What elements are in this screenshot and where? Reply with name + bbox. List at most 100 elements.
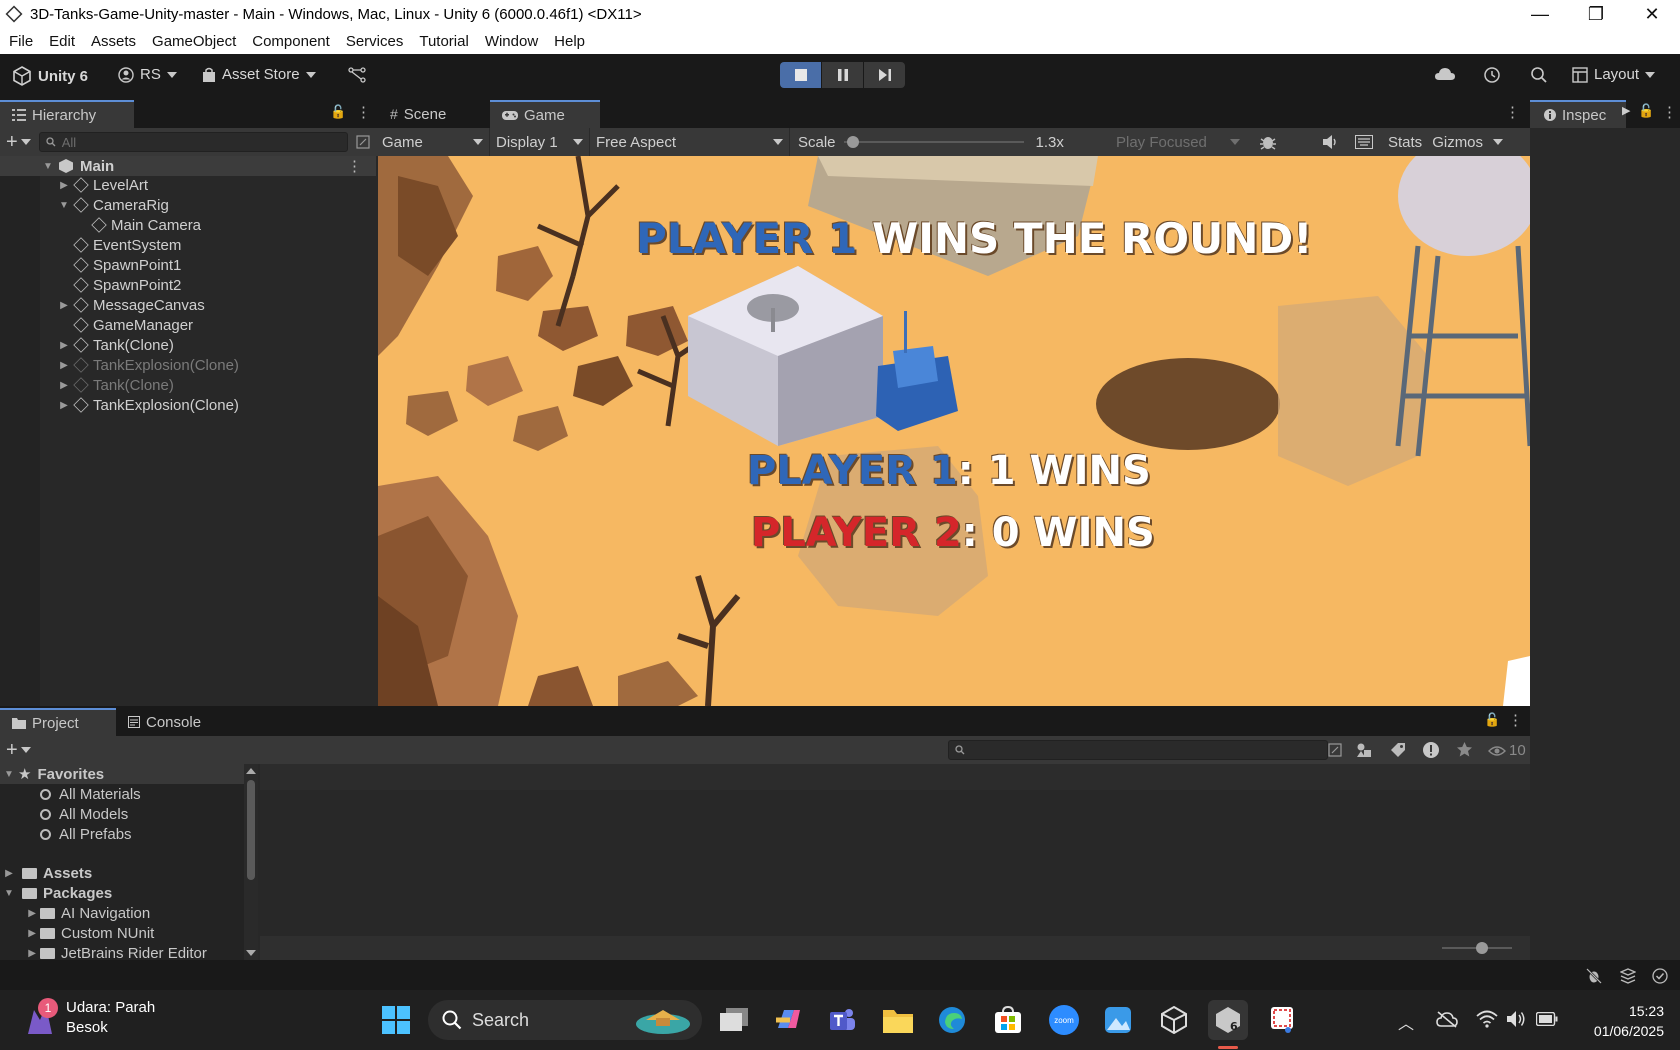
paint-app-button[interactable] [1098, 1000, 1138, 1040]
hierarchy-item-main-camera[interactable]: Main Camera [0, 215, 376, 235]
menu-services[interactable]: Services [338, 33, 412, 50]
menu-window[interactable]: Window [477, 33, 546, 50]
scrollbar-thumb[interactable] [247, 780, 255, 880]
tab-project[interactable]: Project [0, 708, 116, 736]
favorite-all-models[interactable]: All Models [0, 804, 244, 824]
gizmos-button[interactable]: Gizmos [1428, 134, 1487, 151]
notification-widget[interactable]: 1 Udara: Parah Besok [24, 998, 155, 1038]
menu-component[interactable]: Component [244, 33, 338, 50]
fold-open-icon[interactable]: ▼ [0, 769, 18, 780]
fold-closed-icon[interactable]: ▶ [58, 180, 70, 191]
assets-folder[interactable]: ▶ Assets [0, 863, 244, 883]
zoom-button[interactable]: zoom [1044, 1000, 1084, 1040]
minimize-button[interactable]: — [1512, 0, 1568, 28]
display-dropdown[interactable]: Display 1 [490, 128, 590, 156]
search-button[interactable] [1530, 66, 1548, 88]
label-tag-icon[interactable] [1390, 742, 1406, 758]
pause-button[interactable] [822, 62, 863, 88]
view-mode-dropdown[interactable]: Game [376, 128, 490, 156]
hierarchy-item-gamemanager[interactable]: GameManager [0, 315, 376, 335]
menu-file[interactable]: File [0, 33, 41, 50]
unity-hub-button[interactable] [1154, 1000, 1194, 1040]
lock-icon[interactable]: 🔓 [1484, 712, 1500, 728]
cloud-button[interactable] [1434, 66, 1456, 86]
windows-start-button[interactable] [376, 1000, 416, 1040]
hidden-packages-toggle[interactable]: 10 [1488, 742, 1526, 759]
scroll-up-icon[interactable] [246, 768, 256, 774]
menu-edit[interactable]: Edit [41, 33, 83, 50]
fold-closed-icon[interactable]: ▶ [58, 400, 70, 411]
tree-scrollbar[interactable] [244, 764, 258, 960]
favorite-star-icon[interactable] [1456, 741, 1473, 758]
show-hidden-icons-button[interactable]: ︿ [1398, 1010, 1414, 1034]
mute-audio-button[interactable] [1314, 135, 1346, 149]
check-circle-icon[interactable] [1652, 968, 1668, 984]
wifi-icon[interactable] [1476, 1010, 1498, 1028]
more-menu-icon[interactable]: ⋮ [1662, 103, 1677, 121]
cache-server-icon[interactable] [1620, 968, 1636, 984]
hierarchy-item-tankexplosion-clone-2[interactable]: ▶ TankExplosion(Clone) [0, 395, 376, 415]
taskbar-search-box[interactable]: Search [428, 1000, 702, 1040]
chevron-down-icon[interactable] [1493, 139, 1504, 145]
account-dropdown[interactable]: RS [118, 66, 177, 83]
version-control-button[interactable] [348, 66, 366, 88]
filter-by-type-icon[interactable] [1356, 742, 1372, 758]
scene-visibility-icon[interactable] [356, 135, 370, 149]
favorite-all-materials[interactable]: All Materials [0, 784, 244, 804]
hierarchy-item-tankexplosion-clone[interactable]: ▶ TankExplosion(Clone) [0, 355, 376, 375]
snipping-tool-button[interactable] [1262, 1000, 1302, 1040]
chevron-right-icon[interactable]: ▶ [1622, 104, 1630, 117]
copilot-button[interactable] [768, 1000, 808, 1040]
hierarchy-item-tank-clone[interactable]: ▶ Tank(Clone) [0, 335, 376, 355]
package-custom-nunit[interactable]: ▶ Custom NUnit [0, 923, 244, 943]
fold-closed-icon[interactable]: ▶ [0, 928, 36, 939]
hierarchy-search-input[interactable]: All [38, 132, 348, 152]
layout-dropdown[interactable]: Layout [1572, 66, 1656, 83]
fold-closed-icon[interactable]: ▶ [58, 360, 70, 371]
task-view-button[interactable] [714, 1000, 754, 1040]
add-object-button[interactable]: + [6, 131, 31, 154]
menu-tutorial[interactable]: Tutorial [411, 33, 476, 50]
menu-assets[interactable]: Assets [83, 33, 144, 50]
fold-closed-icon[interactable]: ▶ [0, 948, 36, 959]
file-explorer-button[interactable] [878, 1000, 918, 1040]
fold-open-icon[interactable]: ▼ [42, 161, 54, 172]
slider-thumb[interactable] [1476, 942, 1488, 954]
microsoft-store-button[interactable] [988, 1000, 1028, 1040]
scale-slider[interactable] [843, 136, 1024, 148]
onedrive-off-icon[interactable] [1436, 1010, 1458, 1028]
fold-open-icon[interactable]: ▼ [0, 888, 18, 899]
hierarchy-item-camerarig[interactable]: ▼ CameraRig [0, 195, 376, 215]
hierarchy-item-tank-clone-inactive[interactable]: ▶ Tank(Clone) [0, 375, 376, 395]
teams-button[interactable] [822, 1000, 862, 1040]
tab-hierarchy[interactable]: Hierarchy [0, 100, 134, 128]
stop-button[interactable] [780, 62, 821, 88]
menu-help[interactable]: Help [546, 33, 593, 50]
warning-filter-icon[interactable] [1422, 741, 1440, 759]
lock-icon[interactable]: 🔓 [1638, 103, 1654, 119]
hierarchy-item-spawnpoint2[interactable]: SpawnPoint2 [0, 275, 376, 295]
unity-version-button[interactable]: Unity 6 [12, 66, 88, 86]
search-in-window-icon[interactable] [1328, 743, 1342, 757]
tab-console[interactable]: Console [116, 708, 226, 736]
fold-closed-icon[interactable]: ▶ [58, 340, 70, 351]
fold-closed-icon[interactable]: ▶ [0, 868, 18, 879]
more-menu-icon[interactable]: ⋮ [356, 103, 371, 121]
more-menu-icon[interactable]: ⋮ [1508, 711, 1523, 729]
hierarchy-item-spawnpoint1[interactable]: SpawnPoint1 [0, 255, 376, 275]
battery-icon[interactable] [1536, 1012, 1558, 1026]
frame-debugger-button[interactable] [1246, 133, 1290, 151]
aspect-dropdown[interactable]: Free Aspect [590, 128, 790, 156]
volume-icon[interactable] [1506, 1010, 1526, 1028]
fold-closed-icon[interactable]: ▶ [58, 300, 70, 311]
asset-store-button[interactable]: Asset Store [202, 66, 316, 83]
lock-icon[interactable]: 🔓 [330, 104, 346, 120]
restore-button[interactable]: ❐ [1568, 0, 1624, 28]
tab-game[interactable]: Game [490, 100, 600, 128]
packages-folder[interactable]: ▼ Packages [0, 883, 244, 903]
project-search-input[interactable] [948, 740, 1328, 760]
create-asset-button[interactable]: + [6, 739, 31, 762]
hierarchy-item-messagecanvas[interactable]: ▶ MessageCanvas [0, 295, 376, 315]
hierarchy-item-levelart[interactable]: ▶ LevelArt [0, 175, 376, 195]
history-button[interactable] [1483, 66, 1501, 88]
